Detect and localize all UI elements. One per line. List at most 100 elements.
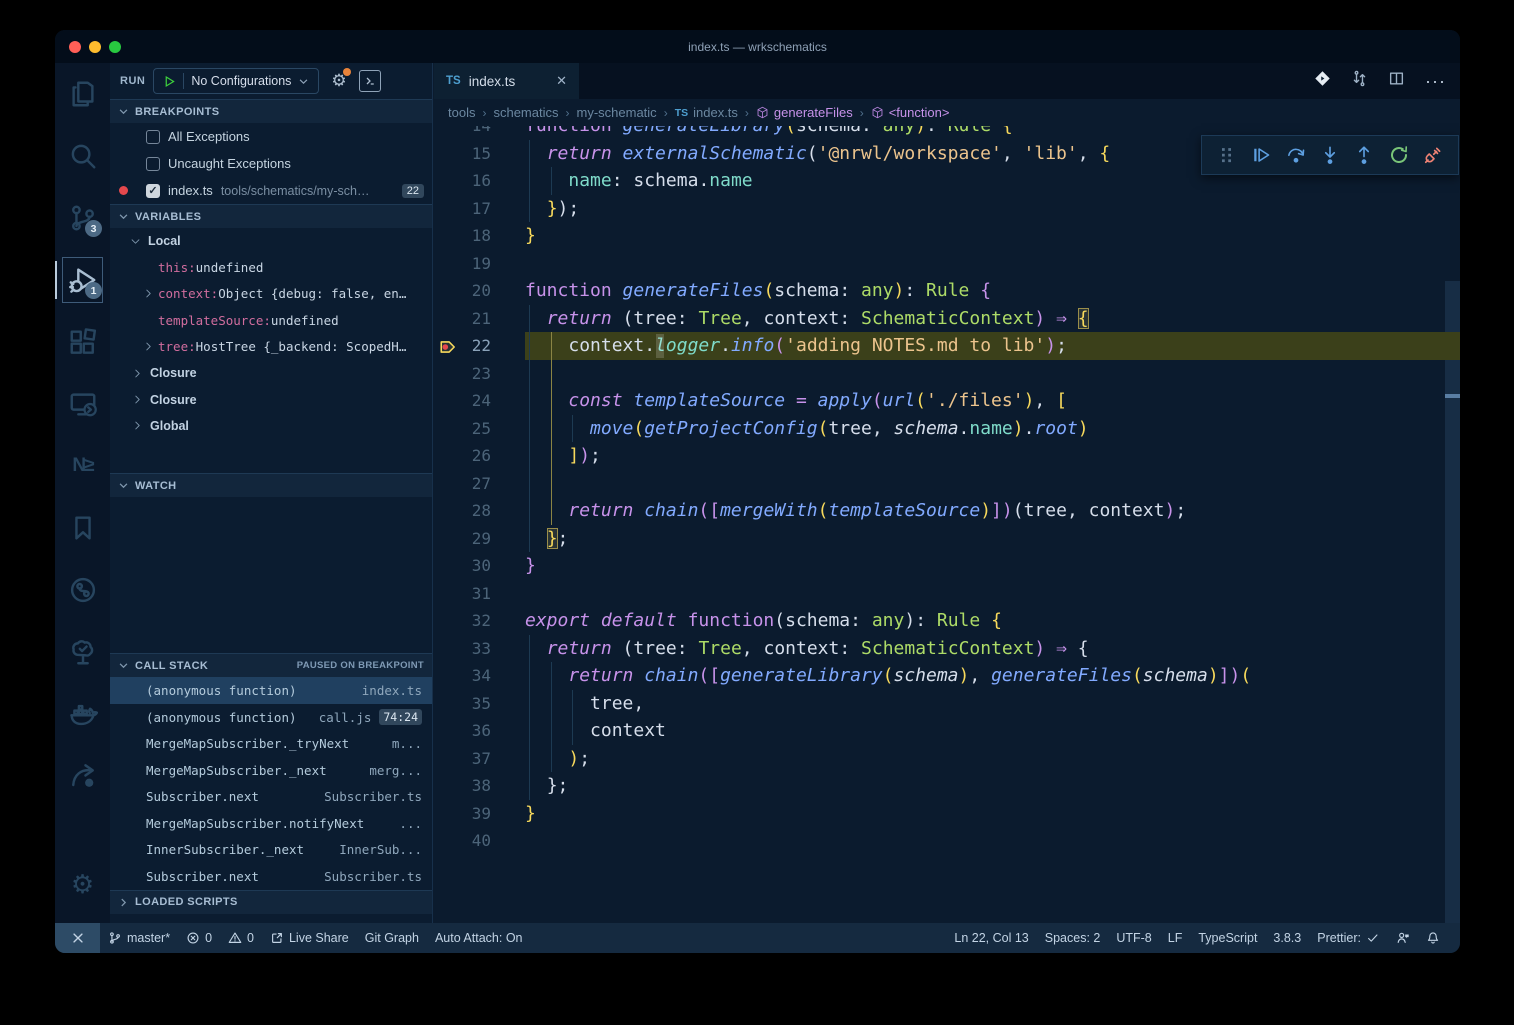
status-notifications[interactable] <box>1418 923 1448 953</box>
gutter[interactable]: 36 <box>434 717 525 745</box>
loaded-scripts-section-header[interactable]: LOADED SCRIPTS <box>110 890 432 914</box>
code-line[interactable]: 28 return chain([mergeWith(templateSourc… <box>434 497 1460 525</box>
variable-scope-row[interactable]: Global <box>110 413 432 439</box>
code-line-content[interactable]: ); <box>525 745 1460 773</box>
gutter[interactable]: 24 <box>434 387 525 415</box>
status-indentation[interactable]: Spaces: 2 <box>1037 923 1109 953</box>
code-line-content[interactable]: context <box>525 717 1460 745</box>
code-line[interactable]: 31 <box>434 580 1460 608</box>
breadcrumb-item[interactable]: TSindex.ts <box>675 105 738 120</box>
code-line[interactable]: 30} <box>434 552 1460 580</box>
gutter[interactable]: 23 <box>434 360 525 388</box>
breadcrumb-item[interactable]: tools <box>448 105 475 120</box>
code-line-content[interactable]: function generateFiles(schema: any): Rul… <box>525 277 1460 305</box>
status-remote-indicator[interactable] <box>55 923 100 953</box>
activity-git-graph-icon[interactable] <box>55 559 110 621</box>
code-line[interactable]: 26 ]); <box>434 442 1460 470</box>
code-line[interactable]: 20function generateFiles(schema: any): R… <box>434 277 1460 305</box>
breakpoint-row[interactable]: All Exceptions <box>110 123 432 150</box>
code-line[interactable]: 24 const templateSource = apply(url('./f… <box>434 387 1460 415</box>
gutter[interactable]: 34 <box>434 662 525 690</box>
variable-scope-row[interactable]: Local <box>110 228 432 254</box>
gutter[interactable]: 21 <box>434 305 525 333</box>
variable-scope-row[interactable]: Closure <box>110 360 432 386</box>
continue-button[interactable] <box>1248 142 1274 168</box>
status-auto-attach[interactable]: Auto Attach: On <box>427 923 531 953</box>
code-line[interactable]: 37 ); <box>434 745 1460 773</box>
open-changes-icon[interactable] <box>1314 70 1331 92</box>
code-line-content[interactable]: ]); <box>525 442 1460 470</box>
code-line[interactable]: 17 }); <box>434 195 1460 223</box>
gutter[interactable]: 31 <box>434 580 525 608</box>
debug-console-icon[interactable] <box>359 70 381 92</box>
call-stack-frame[interactable]: Subscriber.nextSubscriber.ts <box>110 863 432 890</box>
chevron-right-icon[interactable] <box>143 288 154 299</box>
status-warnings[interactable]: 0 <box>220 923 262 953</box>
status-errors[interactable]: 0 <box>178 923 220 953</box>
code-line[interactable]: 34 return chain([generateLibrary(schema)… <box>434 662 1460 690</box>
drag-grip-button[interactable] <box>1214 142 1240 168</box>
code-line[interactable]: 25 move(getProjectConfig(tree, schema.na… <box>434 415 1460 443</box>
gutter[interactable]: 17 <box>434 195 525 223</box>
watch-section-header[interactable]: WATCH <box>110 473 432 497</box>
breadcrumb-item[interactable]: generateFiles <box>756 105 853 120</box>
gutter[interactable]: 22 <box>434 332 525 360</box>
activity-explorer-icon[interactable] <box>55 63 110 125</box>
code-line-content[interactable]: }; <box>525 772 1460 800</box>
status-feedback[interactable] <box>1388 923 1418 953</box>
gutter[interactable]: 14 <box>434 126 525 140</box>
variable-scope-row[interactable]: Closure <box>110 386 432 412</box>
code-line-content[interactable] <box>525 580 1460 608</box>
status-git-graph[interactable]: Git Graph <box>357 923 427 953</box>
call-stack-frame[interactable]: MergeMapSubscriber.notifyNext... <box>110 810 432 837</box>
step-over-button[interactable] <box>1283 142 1309 168</box>
variables-section-header[interactable]: VARIABLES <box>110 204 432 228</box>
code-line[interactable]: 39} <box>434 800 1460 828</box>
code-line-content[interactable]: return (tree: Tree, context: SchematicCo… <box>525 305 1460 333</box>
tab-index-ts[interactable]: TS index.ts ✕ <box>434 63 579 99</box>
activity-search-icon[interactable] <box>55 125 110 187</box>
code-line-content[interactable]: move(getProjectConfig(tree, schema.name)… <box>525 415 1460 443</box>
compare-changes-icon[interactable] <box>1351 70 1368 92</box>
code-line-content[interactable]: } <box>525 222 1460 250</box>
breakpoint-checkbox[interactable] <box>146 157 160 171</box>
breadcrumb-item[interactable]: my-schematic <box>577 105 657 120</box>
step-out-button[interactable] <box>1351 142 1377 168</box>
breakpoints-section-header[interactable]: BREAKPOINTS <box>110 99 432 123</box>
activity-run-and-debug-icon[interactable]: 1 <box>55 249 110 311</box>
activity-docker-icon[interactable] <box>55 683 110 745</box>
configure-gear-icon[interactable]: ⚙ <box>331 71 346 91</box>
chevron-right-icon[interactable] <box>143 341 154 352</box>
code-line-content[interactable]: return (tree: Tree, context: SchematicCo… <box>525 635 1460 663</box>
gutter[interactable]: 20 <box>434 277 525 305</box>
code-line[interactable]: 18} <box>434 222 1460 250</box>
minimize-window-button[interactable] <box>89 41 101 53</box>
gutter[interactable]: 27 <box>434 470 525 498</box>
activity-live-share-icon[interactable] <box>55 745 110 807</box>
activity-nx-console-icon[interactable]: N≥ <box>55 435 110 497</box>
breakpoint-checkbox[interactable] <box>146 130 160 144</box>
status-encoding[interactable]: UTF-8 <box>1108 923 1159 953</box>
activity-bookmarks-icon[interactable] <box>55 497 110 559</box>
gutter[interactable]: 30 <box>434 552 525 580</box>
breakpoint-row[interactable]: Uncaught Exceptions <box>110 150 432 177</box>
close-tab-icon[interactable]: ✕ <box>556 73 567 89</box>
step-into-button[interactable] <box>1317 142 1343 168</box>
code-line[interactable]: 32export default function(schema: any): … <box>434 607 1460 635</box>
status-cursor-position[interactable]: Ln 22, Col 13 <box>946 923 1036 953</box>
activity-remote-explorer-icon[interactable] <box>55 373 110 435</box>
gutter[interactable]: 29 <box>434 525 525 553</box>
call-stack-section-header[interactable]: CALL STACK PAUSED ON BREAKPOINT <box>110 653 432 677</box>
variable-row[interactable]: context: Object {debug: false, en… <box>110 281 432 307</box>
start-debug-icon[interactable] <box>163 75 176 88</box>
gutter[interactable]: 18 <box>434 222 525 250</box>
call-stack-frame[interactable]: (anonymous function)index.ts <box>110 677 432 704</box>
activity-manage-settings-icon[interactable]: ⚙ <box>55 853 110 915</box>
breakpoint-checkbox[interactable]: ✓ <box>146 184 160 198</box>
gutter[interactable]: 32 <box>434 607 525 635</box>
code-line[interactable]: 40 <box>434 827 1460 855</box>
code-line-content[interactable]: tree, <box>525 690 1460 718</box>
gutter[interactable]: 35 <box>434 690 525 718</box>
gutter[interactable]: 38 <box>434 772 525 800</box>
gutter[interactable]: 19 <box>434 250 525 278</box>
